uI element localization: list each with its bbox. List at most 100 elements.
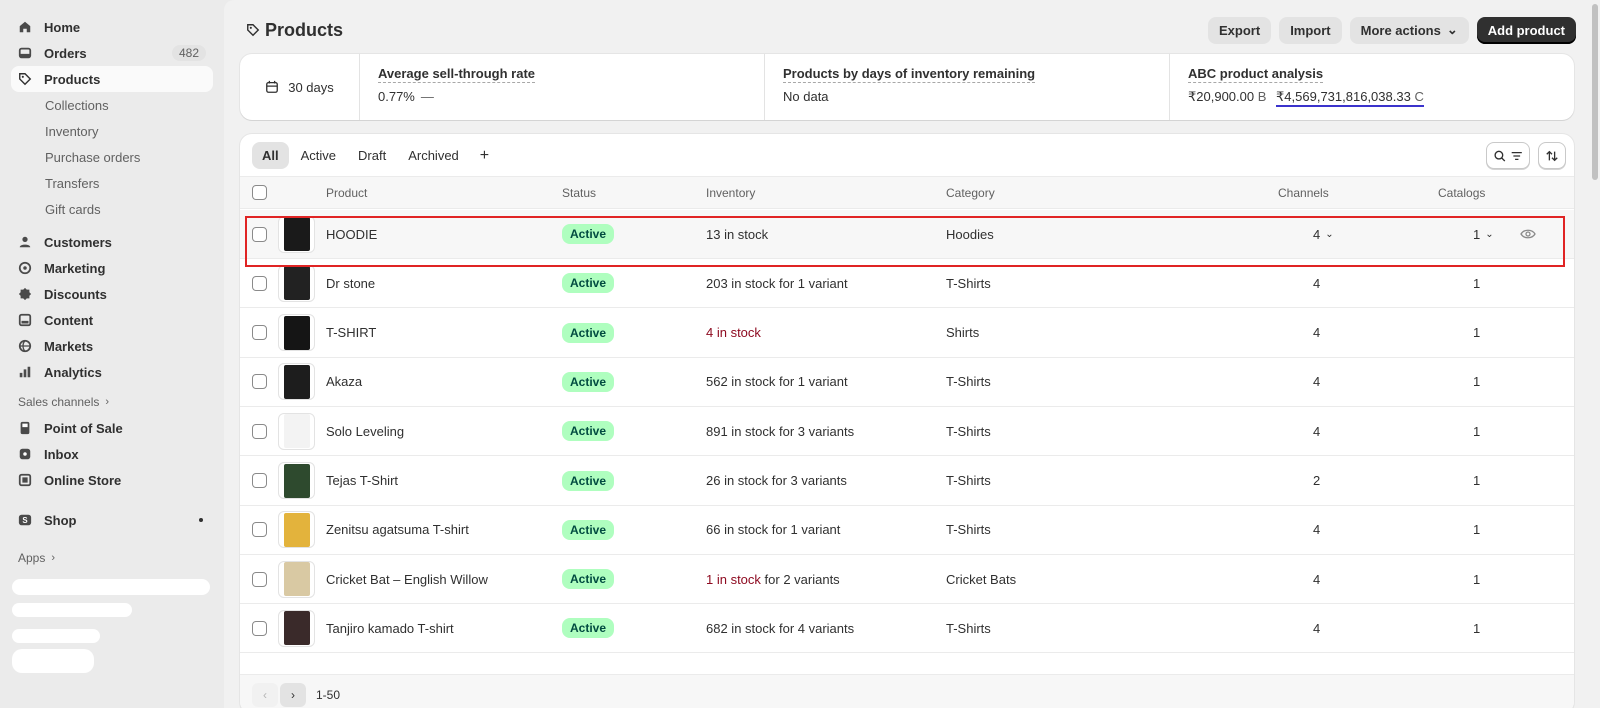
pos-icon — [18, 421, 32, 435]
product-thumbnail[interactable] — [278, 412, 315, 450]
product-name[interactable]: Tejas T-Shirt — [326, 457, 398, 505]
table-row[interactable]: Tanjiro kamado T-shirt Active 682 in stock… — [240, 604, 1574, 654]
row-checkbox[interactable] — [252, 275, 267, 291]
select-all-checkbox[interactable] — [252, 185, 267, 200]
sort-button[interactable] — [1538, 142, 1566, 169]
nav-transfers[interactable]: Transfers — [11, 170, 213, 196]
row-checkbox[interactable] — [252, 473, 267, 488]
product-name[interactable]: Zenitsu agatsuma T-shirt — [326, 506, 469, 554]
apps-header[interactable]: Apps › — [11, 545, 213, 571]
catalogs-count[interactable]: 1 ⌄ — [1473, 210, 1494, 258]
product-thumbnail[interactable] — [278, 314, 315, 352]
product-thumbnail[interactable] — [278, 511, 315, 549]
nav-analytics[interactable]: Analytics — [11, 359, 213, 385]
channels-count: 4 — [1313, 407, 1320, 455]
table-row[interactable]: T-SHIRT Active 4 in stock Shirts 4 1 — [240, 309, 1574, 358]
row-checkbox[interactable] — [252, 325, 267, 341]
catalogs-value: 1 — [1473, 571, 1481, 587]
row-checkbox[interactable] — [252, 522, 267, 538]
nav-products[interactable]: Products — [11, 66, 213, 92]
status-badge: Active — [562, 371, 615, 392]
nav-label: Online Store — [44, 472, 122, 488]
product-thumbnail[interactable] — [278, 462, 315, 499]
nav-home[interactable]: Home — [11, 14, 213, 40]
category-text: Shirts — [946, 325, 980, 341]
table-row[interactable]: Zenitsu agatsuma T-shirt Active 66 in stoc… — [240, 506, 1574, 555]
tab-active[interactable]: Active — [291, 142, 346, 169]
product-name[interactable]: Cricket Bat – English Willow — [326, 555, 488, 603]
product-thumbnail[interactable] — [278, 264, 315, 302]
plus-icon: + — [479, 146, 490, 164]
product-thumbnail[interactable] — [278, 609, 315, 647]
nav-markets[interactable]: Markets — [11, 333, 213, 359]
nav-purchase-orders[interactable]: Purchase orders — [11, 144, 213, 170]
add-product-button[interactable]: Add product — [1476, 16, 1576, 44]
product-name[interactable]: T-SHIRT — [326, 309, 376, 357]
nav-shop[interactable]: S Shop — [11, 507, 213, 533]
nav-customers[interactable]: Customers — [11, 229, 213, 255]
eye-icon[interactable] — [1520, 226, 1536, 242]
table-row[interactable]: Cricket Bat – English Willow Active 1 in s… — [240, 555, 1574, 605]
product-name[interactable]: Dr stone — [326, 259, 375, 307]
product-name[interactable]: Akaza — [326, 358, 362, 406]
nav-discounts[interactable]: Discounts — [11, 281, 213, 307]
row-checkbox[interactable] — [252, 423, 267, 439]
nav-content[interactable]: Content — [11, 307, 213, 333]
tab-archived[interactable]: Archived — [398, 142, 469, 169]
nav-gift-cards[interactable]: Gift cards — [11, 196, 213, 222]
status-badge: Active — [562, 569, 615, 590]
nav-inbox[interactable]: Inbox — [11, 441, 213, 467]
metric-sell-through[interactable]: Average sell-through rate 0.77% — — [360, 54, 765, 120]
add-view-button[interactable]: + — [471, 142, 498, 169]
scrollbar[interactable] — [1592, 4, 1598, 180]
export-button[interactable]: Export — [1208, 16, 1272, 44]
product-thumbnail[interactable] — [278, 215, 315, 253]
more-actions-button[interactable]: More actions ⌄ — [1349, 16, 1469, 44]
catalogs-value: 1 — [1473, 275, 1481, 291]
tab-draft[interactable]: Draft — [348, 142, 396, 169]
nav-collections[interactable]: Collections — [11, 92, 213, 118]
nav-label: Customers — [44, 234, 112, 250]
product-name[interactable]: Tanjiro kamado T-shirt — [326, 604, 454, 652]
col-status[interactable]: Status — [562, 177, 596, 208]
table-row[interactable]: Dr stone Active 203 in stock for 1 variant… — [240, 259, 1574, 309]
abc-value-c-link[interactable]: ₹4,569,731,816,038.33 C — [1276, 89, 1424, 107]
nav-marketing[interactable]: Marketing — [11, 255, 213, 281]
period-selector[interactable]: 30 days — [240, 54, 360, 120]
col-catalogs[interactable]: Catalogs — [1438, 177, 1485, 208]
inventory-text: 682 in stock for 4 variants — [706, 620, 855, 636]
table-row[interactable]: HOODIE Active 13 in stock Hoodies 4 ⌄ 1 ⌄ — [240, 210, 1574, 259]
table-row[interactable]: Tejas T-Shirt Active 26 in stock for 3 var… — [240, 457, 1574, 506]
search-filter-button[interactable] — [1486, 142, 1530, 169]
nav-online-store[interactable]: Online Store — [11, 467, 213, 493]
prev-page-button[interactable]: ‹ — [252, 683, 278, 707]
nav-point-of-sale[interactable]: Point of Sale — [11, 415, 213, 441]
sales-channels-header[interactable]: Sales channels › — [11, 389, 213, 415]
col-category[interactable]: Category — [946, 177, 995, 208]
metric-abc-analysis[interactable]: ABC product analysis ₹20,900.00 B ₹4,569… — [1170, 54, 1574, 120]
product-name[interactable]: HOODIE — [326, 210, 377, 258]
col-inventory[interactable]: Inventory — [706, 177, 755, 208]
col-product[interactable]: Product — [326, 177, 367, 208]
nav-inventory[interactable]: Inventory — [11, 118, 213, 144]
row-checkbox[interactable] — [252, 620, 267, 636]
row-checkbox[interactable] — [252, 374, 267, 390]
product-thumbnail[interactable] — [278, 363, 315, 401]
product-image — [283, 512, 310, 547]
col-channels[interactable]: Channels — [1278, 177, 1329, 208]
tab-all[interactable]: All — [252, 142, 289, 169]
metric-days-inventory[interactable]: Products by days of inventory remaining … — [765, 54, 1170, 120]
table-row[interactable]: Solo Leveling Active 891 in stock for 3 va… — [240, 407, 1574, 457]
inventory-text: 13 in stock — [706, 226, 769, 242]
product-name[interactable]: Solo Leveling — [326, 407, 404, 455]
chevron-left-icon: ‹ — [263, 688, 267, 702]
product-thumbnail[interactable] — [278, 560, 315, 598]
import-button[interactable]: Import — [1279, 16, 1342, 44]
table-row[interactable]: Akaza Active 562 in stock for 1 variant T-S… — [240, 358, 1574, 407]
row-checkbox[interactable] — [252, 571, 267, 587]
row-checkbox[interactable] — [252, 226, 267, 242]
channels-count[interactable]: 4 ⌄ — [1313, 210, 1334, 258]
next-page-button[interactable]: › — [280, 683, 306, 707]
nav-orders[interactable]: Orders 482 — [11, 40, 213, 66]
catalogs-value: 1 — [1473, 473, 1481, 488]
